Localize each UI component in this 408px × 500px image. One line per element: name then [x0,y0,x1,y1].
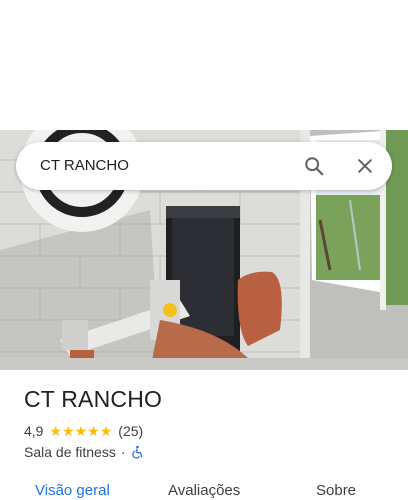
tab-overview[interactable]: Visão geral [35,482,110,499]
star-icon: ★ [62,423,75,439]
place-category: Sala de fitness [24,444,116,460]
star-rating: ★ ★ ★ ★ ★ [49,424,112,438]
rating-row[interactable]: 4,9 ★ ★ ★ ★ ★ (25) [24,422,143,440]
star-icon: ★ [74,423,88,439]
search-bar: CT RANCHO [16,142,392,190]
tab-about[interactable]: Sobre [316,482,356,499]
separator-dot: · [120,444,126,460]
star-icon: ★ [99,423,113,439]
search-button[interactable] [298,150,330,182]
place-title: CT RANCHO [24,386,163,412]
tab-bar: Visão geral Avaliações Sobre [0,478,408,500]
category-row: Sala de fitness · [24,443,145,461]
search-input[interactable]: CT RANCHO [40,142,129,190]
wheelchair-icon [131,445,142,459]
search-icon [305,157,324,176]
map-blank-area [0,0,408,130]
review-count[interactable]: (25) [118,423,143,439]
star-icon: ★ [87,423,100,439]
close-icon [358,159,372,173]
close-button[interactable] [349,150,381,182]
rating-value: 4,9 [24,423,44,439]
star-icon: ★ [49,423,63,439]
tab-reviews[interactable]: Avaliações [168,482,240,499]
